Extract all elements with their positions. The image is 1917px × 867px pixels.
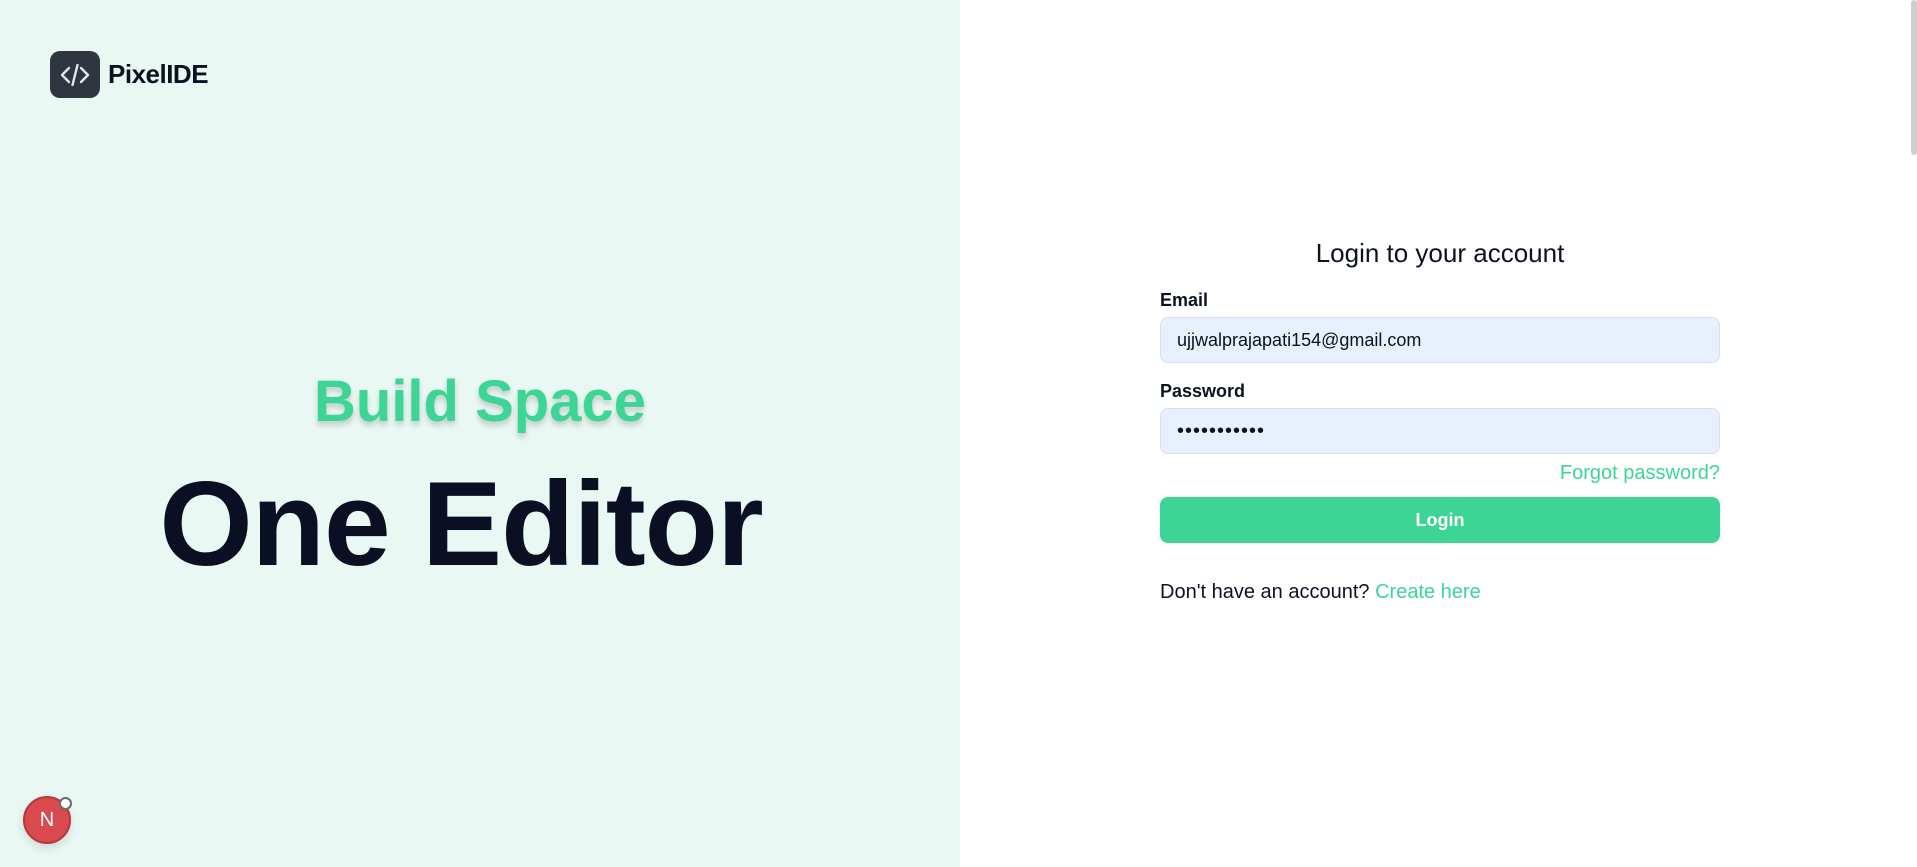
forgot-password-link[interactable]: Forgot password? — [1160, 462, 1720, 485]
notification-dot — [59, 797, 72, 810]
password-field[interactable]: ••••••••••• — [1160, 408, 1720, 454]
login-panel: Login to your account Email ujjwalprajap… — [960, 0, 1917, 867]
dev-tools-badge[interactable]: N — [23, 796, 72, 844]
login-button[interactable]: Login — [1160, 497, 1720, 543]
password-label: Password — [1160, 381, 1246, 401]
create-account-link[interactable]: Create here — [1375, 581, 1481, 603]
email-label: Email — [1160, 290, 1209, 310]
password-value: ••••••••••• — [1177, 419, 1266, 442]
scrollbar-thumb[interactable] — [1911, 0, 1917, 155]
hero-panel: PixelIDE Build Space One Editor N — [0, 0, 960, 867]
brand-name: PixelIDE — [108, 59, 209, 89]
code-brackets-icon — [50, 51, 100, 98]
email-value: ujjwalprajapati154@gmail.com — [1177, 329, 1422, 350]
login-form: Login to your account Email ujjwalprajap… — [1160, 236, 1720, 604]
email-field[interactable]: ujjwalprajapati154@gmail.com — [1160, 317, 1720, 363]
hero-title: One Editor — [159, 457, 763, 591]
badge-letter: N — [39, 808, 55, 831]
signup-prompt: Don't have an account? — [1160, 581, 1370, 603]
hero-subtitle: Build Space — [314, 369, 646, 434]
login-title: Login to your account — [1315, 238, 1565, 268]
brand-logo[interactable]: PixelIDE — [50, 51, 209, 98]
signup-row: Don't have an account? Create here — [1160, 581, 1720, 604]
